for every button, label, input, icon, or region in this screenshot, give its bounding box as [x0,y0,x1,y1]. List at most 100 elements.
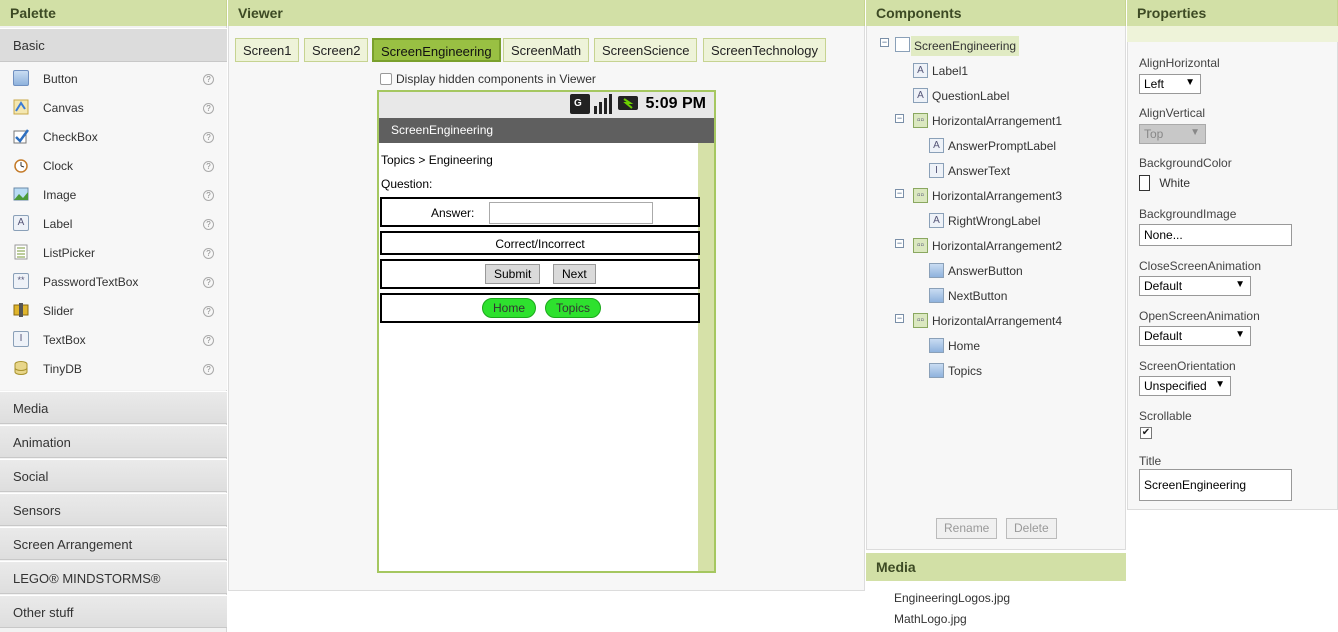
help-icon[interactable]: ? [203,132,214,143]
tab-screenengineering[interactable]: ScreenEngineering [372,38,501,62]
palette-group-lego[interactable]: LEGO® MINDSTORMS® [0,561,227,594]
dropdown-arrow-icon: ▼ [1185,77,1195,88]
palette-group-other[interactable]: Other stuff [0,595,227,628]
phone-title-bar: ScreenEngineering [379,118,714,143]
media-file[interactable]: EngineeringLogos.jpg [894,591,1010,605]
palette-item-slider[interactable]: Slider ? [0,296,227,325]
components-tree: − ScreenEngineering A Label1 A QuestionL… [866,26,1126,550]
breadcrumb-label[interactable]: Topics > Engineering [381,153,493,167]
align-vertical-label: AlignVertical [1139,106,1206,120]
help-icon[interactable]: ? [203,306,214,317]
label-icon: A [913,63,928,78]
components-panel: Components − ScreenEngineering A Label1 … [866,0,1126,632]
next-button[interactable]: Next [553,264,596,284]
properties-strip [1127,26,1338,42]
answer-text-input[interactable] [489,202,653,224]
question-label[interactable]: Question: [381,177,432,191]
help-icon[interactable]: ? [203,219,214,230]
palette-group-basic[interactable]: Basic [0,28,227,62]
horizontal-arrangement-3[interactable]: Correct/Incorrect [380,231,700,255]
background-image-input[interactable]: None... [1139,224,1292,246]
status-bar: G 5:09 PM [379,92,714,118]
collapse-icon[interactable]: − [895,189,904,198]
tree-node-label: HorizontalArrangement4 [932,314,1063,328]
collapse-icon[interactable]: − [880,38,889,47]
palette-item-label: CheckBox [43,130,98,144]
palette-item-tinydb[interactable]: TinyDB ? [0,354,227,383]
horizontal-arrangement-1[interactable]: Answer: [380,197,700,227]
palette-item-clock[interactable]: Clock ? [0,151,227,180]
help-icon[interactable]: ? [203,364,214,375]
close-animation-value: Default [1144,279,1183,293]
help-icon[interactable]: ? [203,103,214,114]
palette-item-label: TinyDB [43,362,82,376]
palette-item-label: ListPicker [43,246,96,260]
title-input[interactable]: ScreenEngineering [1139,469,1292,501]
tree-node-label: Label1 [932,64,969,78]
palette-group-screen-arrangement[interactable]: Screen Arrangement [0,527,227,560]
collapse-icon[interactable]: − [895,239,904,248]
help-icon[interactable]: ? [203,277,214,288]
palette-item-image[interactable]: Image ? [0,180,227,209]
screen-icon [895,37,910,52]
tab-screen1[interactable]: Screen1 [235,38,300,62]
tree-node-label: QuestionLabel [932,89,1010,103]
hidden-checkbox[interactable] [380,73,392,85]
align-horizontal-select[interactable]: Left ▼ [1139,74,1201,94]
help-icon[interactable]: ? [203,335,214,346]
rename-button[interactable]: Rename [936,518,998,539]
home-button[interactable]: Home [482,298,537,318]
palette-item-passwordtextbox[interactable]: ** PasswordTextBox ? [0,267,227,296]
right-wrong-label[interactable]: Correct/Incorrect [382,237,698,251]
help-icon[interactable]: ? [203,161,214,172]
palette-item-button[interactable]: Button ? [0,64,227,93]
palette-item-label[interactable]: A Label ? [0,209,227,238]
screen-orientation-label: ScreenOrientation [1139,359,1236,373]
tab-screen2[interactable]: Screen2 [304,38,369,62]
close-animation-select[interactable]: Default ▼ [1139,276,1251,296]
color-swatch [1139,175,1150,191]
palette-group-animation[interactable]: Animation [0,425,227,458]
open-animation-select[interactable]: Default ▼ [1139,326,1251,346]
palette-header: Palette [0,0,227,26]
tree-node-label: Topics [948,364,983,378]
display-hidden-toggle[interactable]: Display hidden components in Viewer [380,72,596,86]
submit-button[interactable]: Submit [485,264,541,284]
properties-header: Properties [1127,0,1338,26]
collapse-icon[interactable]: − [895,314,904,323]
title-label: Title [1139,454,1162,468]
tab-screentechnology[interactable]: ScreenTechnology [703,38,826,62]
palette-item-label: Slider [43,304,74,318]
tree-node-label: HorizontalArrangement3 [932,189,1063,203]
palette-item-textbox[interactable]: I TextBox ? [0,325,227,354]
phone-clock: 5:09 PM [645,95,706,112]
palette-group-sensors[interactable]: Sensors [0,493,227,526]
palette-item-label: TextBox [43,333,86,347]
help-icon[interactable]: ? [203,248,214,259]
palette-item-label: Button [43,72,78,86]
topics-button[interactable]: Topics [545,298,602,318]
answer-prompt-label[interactable]: Answer: [431,206,474,220]
tree-node-label: AnswerPromptLabel [948,139,1057,153]
palette-group-media[interactable]: Media [0,391,227,424]
palette-group-social[interactable]: Social [0,459,227,492]
collapse-icon[interactable]: − [895,114,904,123]
background-color-picker[interactable]: White [1139,175,1190,191]
help-icon[interactable]: ? [203,190,214,201]
horizontal-arrangement-2[interactable]: Submit Next [380,259,700,289]
palette-item-checkbox[interactable]: CheckBox ? [0,122,227,151]
phone-scrollbar[interactable] [698,143,714,571]
viewer-header: Viewer [228,0,865,26]
palette-item-canvas[interactable]: Canvas ? [0,93,227,122]
tab-screenmath[interactable]: ScreenMath [503,38,590,62]
media-file[interactable]: MathLogo.jpg [894,612,967,626]
tree-node-screen[interactable]: ScreenEngineering [895,36,1025,56]
horizontal-arrangement-4[interactable]: Home Topics [380,293,700,323]
help-icon[interactable]: ? [203,74,214,85]
palette-item-listpicker[interactable]: ListPicker ? [0,238,227,267]
delete-button[interactable]: Delete [1006,518,1057,539]
screen-orientation-select[interactable]: Unspecified ▼ [1139,376,1231,396]
tab-screenscience[interactable]: ScreenScience [594,38,698,62]
svg-text:G: G [574,98,582,109]
scrollable-checkbox[interactable]: ✔ [1140,427,1152,439]
